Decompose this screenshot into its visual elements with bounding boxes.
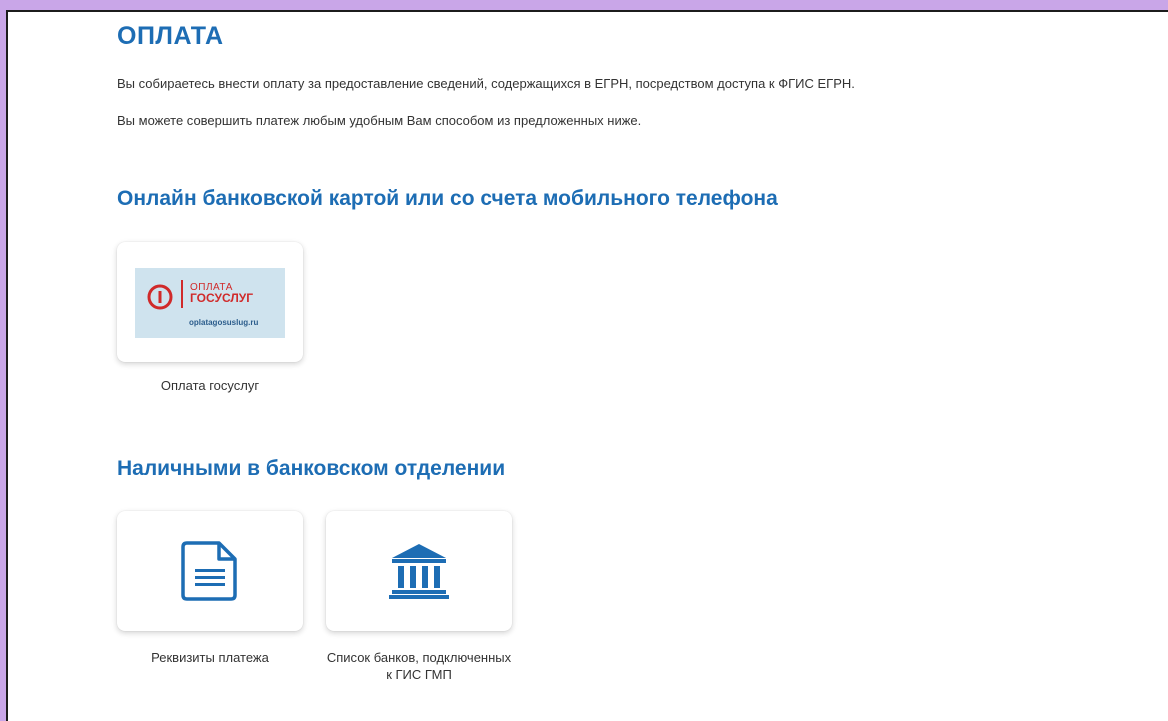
logo-divider bbox=[181, 280, 183, 308]
document-icon bbox=[181, 541, 237, 601]
page-frame: ОПЛАТА Вы собираетесь внести оплату за п… bbox=[6, 10, 1168, 721]
payment-option-oplata-gosuslug[interactable]: ОПЛАТА ГОСУСЛУГ oplatagosuslug.ru bbox=[117, 242, 303, 362]
payment-option-caption[interactable]: Список банков, подключенных к ГИС ГМП bbox=[326, 649, 512, 683]
intro-text-methods: Вы можете совершить платеж любым удобным… bbox=[117, 113, 642, 128]
payment-option-bank-list[interactable] bbox=[326, 511, 512, 631]
payment-option-requisites[interactable] bbox=[117, 511, 303, 631]
payment-option-caption[interactable]: Оплата госуслуг bbox=[117, 377, 303, 394]
section-heading-online: Онлайн банковской картой или со счета мо… bbox=[117, 187, 778, 210]
bank-icon bbox=[389, 544, 449, 599]
section-heading-cash: Наличными в банковском отделении bbox=[117, 457, 506, 480]
page-title: ОПЛАТА bbox=[117, 22, 224, 50]
payment-option-caption[interactable]: Реквизиты платежа bbox=[117, 649, 303, 666]
circle-one-icon bbox=[147, 284, 173, 310]
logo-text-gosuslug: ГОСУСЛУГ bbox=[190, 291, 254, 305]
logo-url: oplatagosuslug.ru bbox=[189, 318, 259, 327]
oplata-gosuslug-logo: ОПЛАТА ГОСУСЛУГ oplatagosuslug.ru bbox=[135, 268, 285, 338]
intro-text-purpose: Вы собираетесь внести оплату за предоста… bbox=[117, 76, 855, 91]
